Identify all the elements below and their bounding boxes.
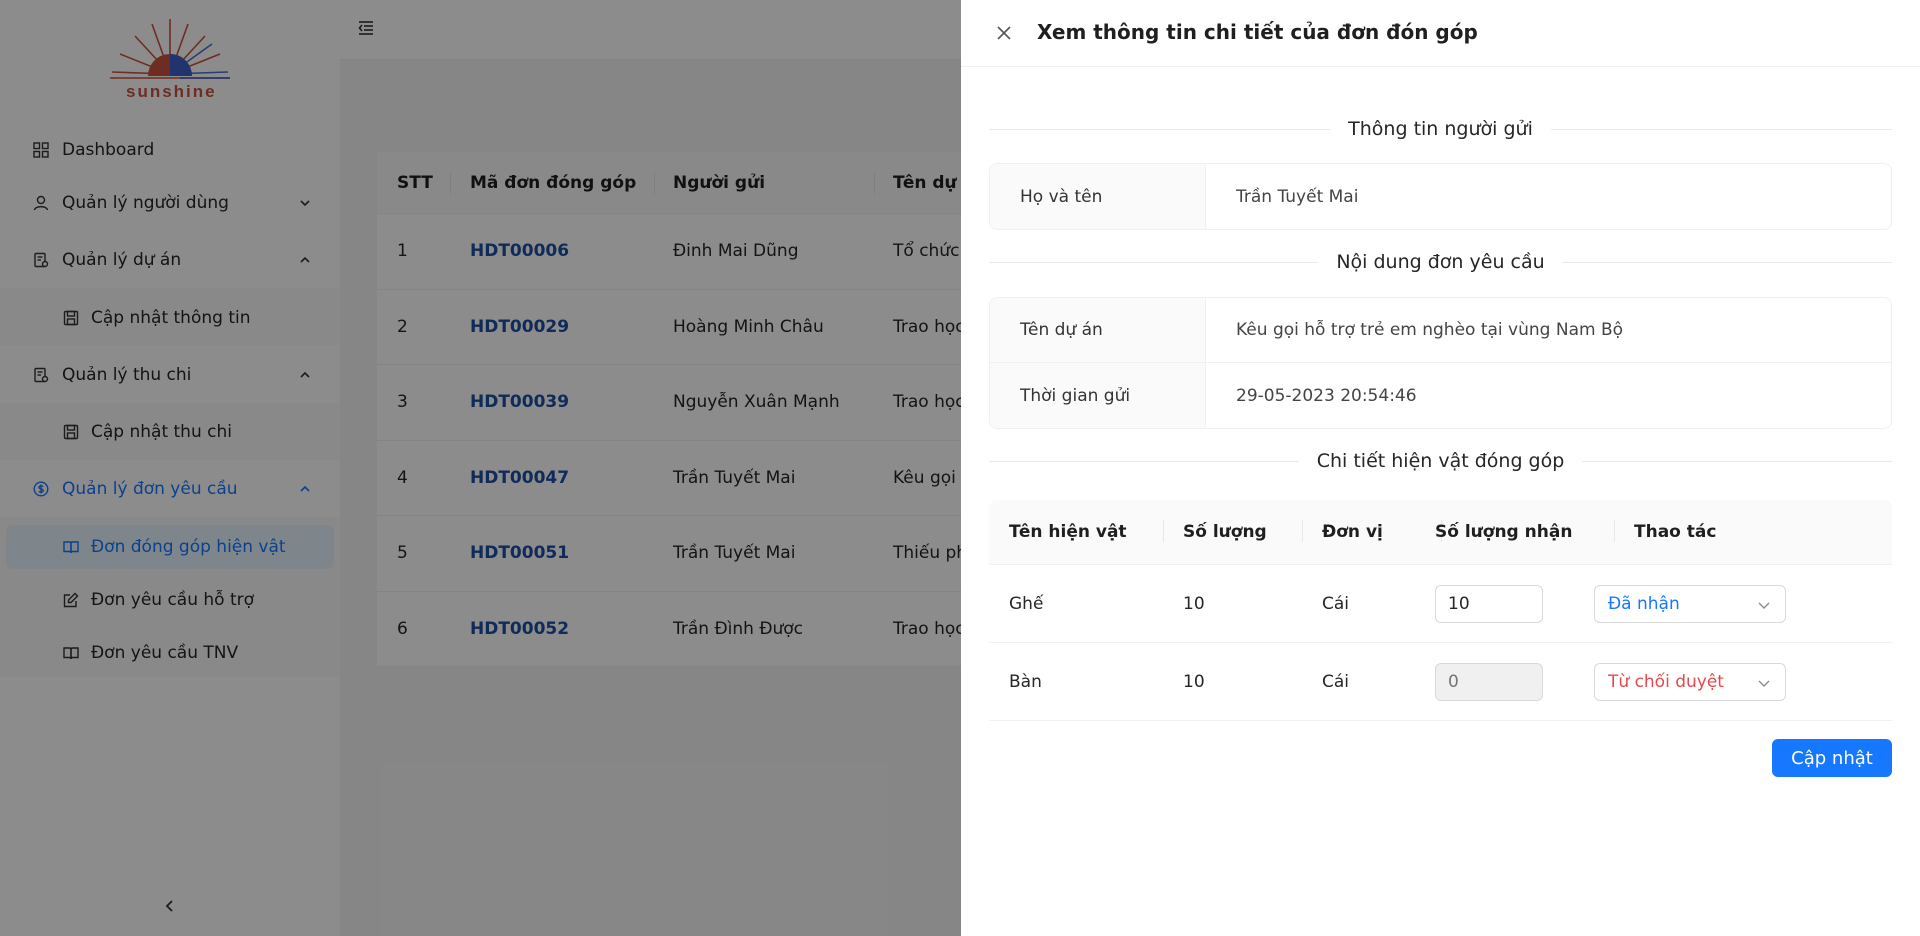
request-descriptions: Tên dự án Kêu gọi hỗ trợ trẻ em nghèo tạ… xyxy=(989,297,1892,429)
received-quantity-input xyxy=(1435,662,1543,701)
section-divider-items: Chi tiết hiện vật đóng góp xyxy=(989,447,1893,475)
action-select[interactable]: Đã nhận xyxy=(1594,584,1786,623)
close-icon[interactable] xyxy=(995,24,1013,42)
chevron-down-icon xyxy=(1758,680,1770,687)
description-value: Trần Tuyết Mai xyxy=(1236,186,1359,207)
column-separator xyxy=(1302,520,1303,542)
received-quantity-input[interactable] xyxy=(1435,584,1543,623)
chevron-down-icon xyxy=(1758,602,1770,609)
item-row: Ghế 10 Cái Đã nhận xyxy=(989,565,1892,643)
item-quantity: 10 xyxy=(1183,593,1205,614)
section-divider-sender: Thông tin người gửi xyxy=(989,115,1893,143)
drawer-title: Xem thông tin chi tiết của đơn đón góp xyxy=(1037,20,1478,44)
description-value: 29-05-2023 20:54:46 xyxy=(1236,385,1417,406)
item-row: Bàn 10 Cái Từ chối duyệt xyxy=(989,643,1892,721)
description-label: Họ và tên xyxy=(990,164,1206,229)
column-header: Thao tác xyxy=(1634,522,1717,542)
item-unit: Cái xyxy=(1322,593,1350,614)
description-row: Tên dự án Kêu gọi hỗ trợ trẻ em nghèo tạ… xyxy=(990,298,1891,363)
section-title: Nội dung đơn yêu cầu xyxy=(1336,251,1545,273)
action-select-value: Đã nhận xyxy=(1608,593,1680,614)
update-button[interactable]: Cập nhật xyxy=(1772,739,1892,777)
column-header: Số lượng xyxy=(1183,522,1267,542)
section-divider-request: Nội dung đơn yêu cầu xyxy=(989,248,1893,276)
description-label: Thời gian gửi xyxy=(990,363,1206,428)
column-header: Số lượng nhận xyxy=(1435,522,1573,542)
drawer-header: Xem thông tin chi tiết của đơn đón góp xyxy=(961,0,1920,67)
column-separator xyxy=(1163,520,1164,542)
column-separator xyxy=(1614,520,1615,542)
description-row: Họ và tên Trần Tuyết Mai xyxy=(990,164,1891,229)
column-header: Tên hiện vật xyxy=(1009,522,1127,542)
section-title: Thông tin người gửi xyxy=(1348,118,1533,140)
description-value: Kêu gọi hỗ trợ trẻ em nghèo tại vùng Nam… xyxy=(1236,320,1624,340)
description-label: Tên dự án xyxy=(990,298,1206,362)
section-title: Chi tiết hiện vật đóng góp xyxy=(1316,450,1565,472)
item-name: Bàn xyxy=(1009,671,1042,692)
item-unit: Cái xyxy=(1322,671,1350,692)
detail-drawer: Xem thông tin chi tiết của đơn đón góp T… xyxy=(961,0,1920,936)
items-table: Tên hiện vật Số lượng Đơn vị Số lượng nh… xyxy=(989,500,1892,721)
column-header: Đơn vị xyxy=(1322,522,1383,542)
description-row: Thời gian gửi 29-05-2023 20:54:46 xyxy=(990,363,1891,428)
sender-descriptions: Họ và tên Trần Tuyết Mai xyxy=(989,163,1892,230)
item-quantity: 10 xyxy=(1183,671,1205,692)
items-table-header: Tên hiện vật Số lượng Đơn vị Số lượng nh… xyxy=(989,500,1892,565)
item-name: Ghế xyxy=(1009,593,1044,614)
action-select[interactable]: Từ chối duyệt xyxy=(1594,662,1786,701)
action-select-value: Từ chối duyệt xyxy=(1608,671,1724,692)
